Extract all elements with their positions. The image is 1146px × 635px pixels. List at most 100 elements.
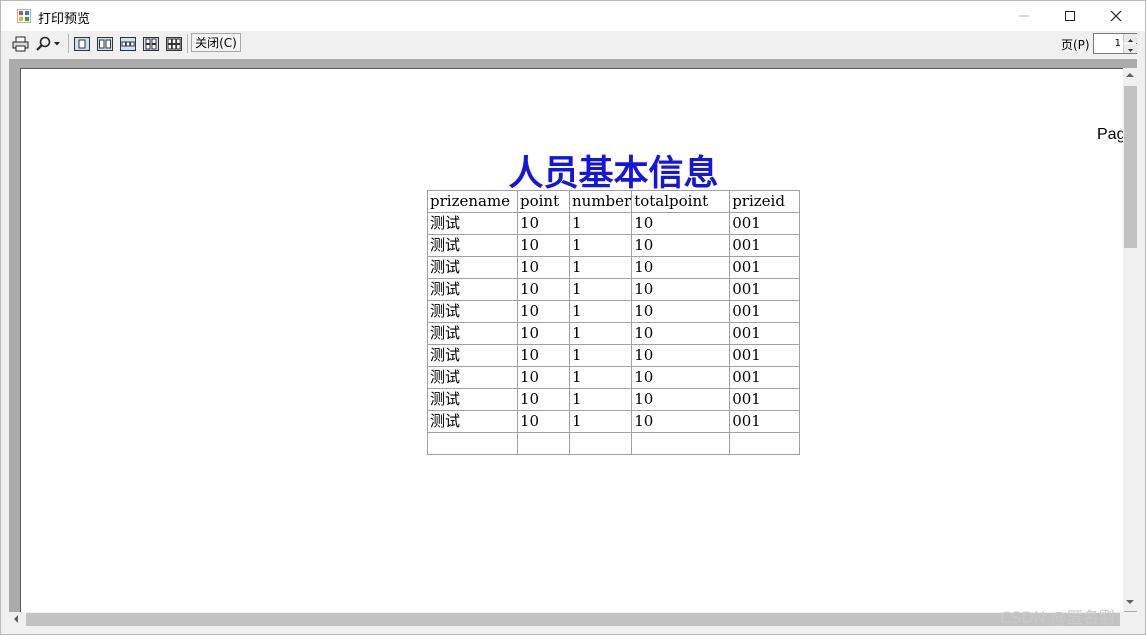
table-cell: 10 [631, 256, 731, 279]
preview-area[interactable]: Pag 人员基本信息 prizename point number totalpoin… [9, 59, 1137, 627]
two-pages-button[interactable] [95, 33, 115, 54]
app-icon [17, 9, 31, 23]
minimize-icon [1019, 15, 1029, 17]
table-cell: 1 [568, 256, 633, 279]
table-header-row: prizename point number totalpoint prizeid [427, 190, 801, 213]
vertical-scroll-thumb[interactable] [1124, 86, 1137, 248]
close-window-button[interactable] [1093, 1, 1139, 31]
minimize-button[interactable] [1001, 1, 1047, 31]
table-cell: 1 [568, 212, 633, 235]
table-cell: 10 [517, 300, 570, 323]
page-header-text: Pag [1097, 126, 1126, 143]
table-cell: 001 [729, 256, 801, 279]
table-cell: 测试 [427, 322, 518, 345]
magnifier-icon [36, 36, 51, 51]
page-number-input[interactable] [1094, 34, 1123, 53]
column-header: point [517, 190, 570, 213]
four-pages-icon [143, 36, 159, 51]
table-cell: 001 [729, 410, 801, 433]
table-row: 测试 10 1 10 001 [427, 344, 801, 367]
four-pages-button[interactable] [141, 33, 161, 54]
table-cell: 10 [517, 388, 570, 411]
one-page-icon [74, 36, 90, 51]
print-button[interactable] [10, 33, 30, 54]
table-cell: 001 [729, 300, 801, 323]
three-pages-icon [120, 36, 136, 51]
maximize-button[interactable] [1047, 1, 1093, 31]
table-cell: 测试 [427, 366, 518, 389]
column-header: number [568, 190, 633, 213]
report-title: 人员基本信息 [508, 154, 719, 194]
table-cell [517, 432, 570, 455]
column-header: prizeid [729, 190, 801, 213]
table-cell: 10 [517, 278, 570, 301]
spin-up-button[interactable] [1123, 34, 1137, 43]
table-cell: 001 [729, 344, 801, 367]
watermark: CSDN @匿名劉 [1000, 608, 1115, 627]
table-cell: 10 [517, 366, 570, 389]
three-pages-button[interactable] [118, 33, 138, 54]
table-cell: 测试 [427, 344, 518, 367]
table-cell: 1 [568, 388, 633, 411]
table-cell [427, 432, 518, 455]
table-cell: 001 [729, 388, 801, 411]
horizontal-scrollbar[interactable] [9, 612, 1137, 627]
close-preview-button[interactable]: 关闭(C) [191, 33, 241, 52]
table-cell: 10 [631, 234, 731, 257]
vertical-scrollbar[interactable] [1123, 68, 1137, 611]
table-cell: 10 [631, 388, 731, 411]
table-cell: 1 [568, 234, 633, 257]
table-cell: 10 [517, 256, 570, 279]
table-cell: 001 [729, 212, 801, 235]
print-preview-window: 打印预览 关闭(C) 页(P) 1 Pag 人员基本信息 prizename p… [0, 0, 1146, 635]
table-row: 测试 10 1 10 001 [427, 366, 801, 389]
table-row: 测试 10 1 10 001 [427, 300, 801, 323]
chevron-down-icon [1128, 49, 1133, 52]
table-cell: 1 [568, 300, 633, 323]
table-cell [568, 432, 633, 455]
table-cell: 10 [631, 300, 731, 323]
title-bar: 打印预览 [1, 1, 1145, 31]
table-cell: 10 [517, 234, 570, 257]
report-table: prizename point number totalpoint prizeid 测试 1… [427, 190, 801, 455]
table-cell: 测试 [427, 278, 518, 301]
printer-icon [12, 36, 28, 51]
table-cell [729, 432, 801, 455]
table-row: 测试 10 1 10 001 [427, 388, 801, 411]
table-cell: 10 [517, 410, 570, 433]
table-cell: 1 [568, 278, 633, 301]
table-cell: 001 [729, 234, 801, 257]
table-cell: 10 [631, 322, 731, 345]
table-cell: 10 [517, 212, 570, 235]
table-row: 测试 10 1 10 001 [427, 256, 801, 279]
page-number-spinner[interactable] [1093, 33, 1137, 54]
one-page-button[interactable] [72, 33, 92, 54]
scroll-up-icon [1126, 73, 1134, 77]
horizontal-scroll-thumb[interactable] [26, 613, 1120, 626]
table-cell: 测试 [427, 300, 518, 323]
table-row: 测试 10 1 10 001 [427, 322, 801, 345]
table-cell: 10 [631, 212, 731, 235]
table-row [427, 432, 801, 455]
close-icon [1110, 10, 1122, 22]
zoom-button[interactable] [32, 33, 64, 54]
six-pages-button[interactable] [164, 33, 184, 54]
page-label: 页(P) [1061, 38, 1090, 52]
window-title: 打印预览 [38, 12, 91, 27]
table-cell: 001 [729, 322, 801, 345]
table-cell: 测试 [427, 212, 518, 235]
chevron-down-icon [54, 41, 60, 45]
table-cell [631, 432, 731, 455]
table-cell: 1 [568, 366, 633, 389]
table-cell: 10 [631, 278, 731, 301]
toolbar-separator [68, 34, 69, 53]
table-cell: 10 [631, 410, 731, 433]
table-cell: 1 [568, 344, 633, 367]
toolbar-separator [187, 34, 188, 53]
column-header: prizename [427, 190, 518, 213]
spin-down-button[interactable] [1123, 44, 1137, 53]
table-row: 测试 10 1 10 001 [427, 234, 801, 257]
table-cell: 10 [631, 344, 731, 367]
table-cell: 测试 [427, 256, 518, 279]
table-cell: 测试 [427, 234, 518, 257]
